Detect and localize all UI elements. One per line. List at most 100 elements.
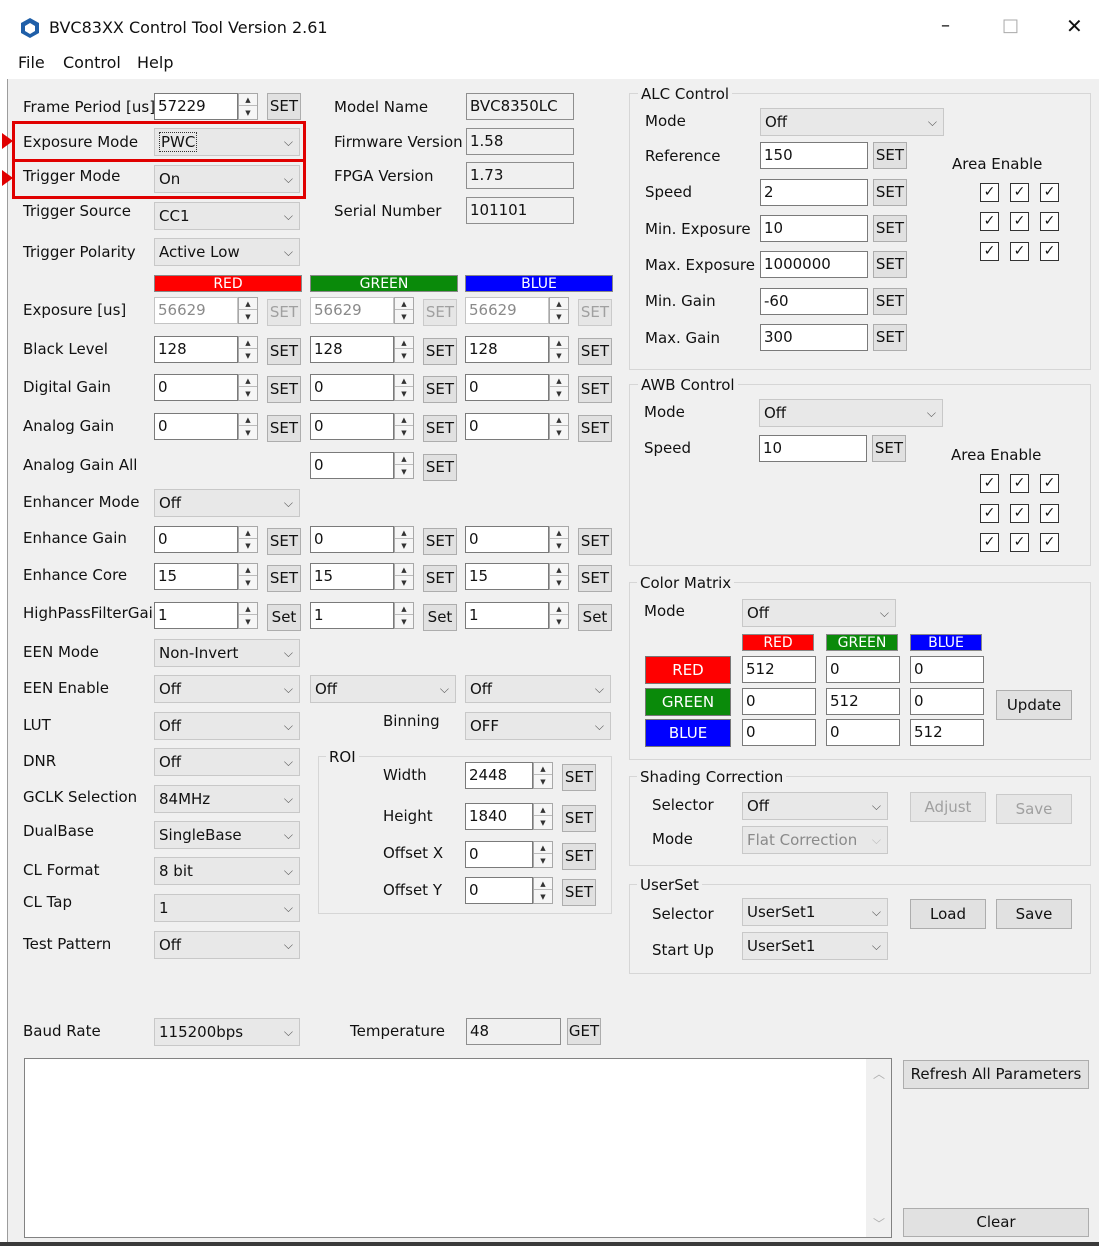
analog-gain-green-input[interactable]: 0 [310, 413, 394, 440]
cm-cell-input[interactable]: 0 [910, 656, 984, 683]
enhance-gain-blue-input[interactable]: 0 [465, 526, 549, 553]
een-enable-green-select[interactable]: Off ⌵ [310, 675, 456, 703]
dnr-select[interactable]: Off ⌵ [154, 748, 300, 776]
awb-area-checkbox[interactable]: ✓ [1040, 474, 1059, 493]
analog-gain-green-set-button[interactable]: SET [423, 415, 457, 442]
refresh-all-button[interactable]: Refresh All Parameters [903, 1060, 1089, 1089]
cm-cell-input[interactable]: 0 [910, 688, 984, 715]
hpf-gain-green-set-button[interactable]: Set [423, 604, 457, 631]
alc-reference-input[interactable]: 150 [760, 142, 868, 169]
enhance-core-red-set-button[interactable]: SET [267, 565, 301, 592]
log-textarea[interactable] [24, 1058, 892, 1238]
alc-speed-input[interactable]: 2 [760, 179, 868, 206]
alc-min-gain-set-button[interactable]: SET [873, 288, 907, 315]
digital-gain-blue-input[interactable]: 0 [465, 374, 549, 401]
enhance-core-green-spinner[interactable]: ▲ ▼ [394, 563, 414, 590]
black-level-blue-spinner[interactable]: ▲ ▼ [549, 336, 569, 363]
hpf-gain-blue-input[interactable]: 1 [465, 602, 549, 629]
digital-gain-red-set-button[interactable]: SET [267, 376, 301, 403]
shading-selector-select[interactable]: Off ⌵ [742, 792, 888, 820]
digital-gain-green-set-button[interactable]: SET [423, 376, 457, 403]
enhance-gain-green-input[interactable]: 0 [310, 526, 394, 553]
color-matrix-mode-select[interactable]: Off ⌵ [742, 599, 896, 627]
enhance-gain-blue-set-button[interactable]: SET [578, 528, 612, 555]
scroll-down-icon[interactable]: ﹀ [873, 1215, 885, 1232]
alc-max-gain-set-button[interactable]: SET [873, 324, 907, 351]
binning-select[interactable]: OFF ⌵ [465, 712, 611, 740]
black-level-green-input[interactable]: 128 [310, 336, 394, 363]
alc-area-checkbox[interactable]: ✓ [1010, 212, 1029, 231]
digital-gain-red-spinner[interactable]: ▲ ▼ [238, 374, 258, 401]
awb-mode-select[interactable]: Off ⌵ [759, 399, 943, 427]
exposure-blue-set-button[interactable]: SET [578, 299, 612, 326]
awb-area-checkbox[interactable]: ✓ [1010, 474, 1029, 493]
analog-gain-blue-spinner[interactable]: ▲ ▼ [549, 413, 569, 440]
alc-max-gain-input[interactable]: 300 [760, 324, 868, 351]
hpf-gain-blue-spinner[interactable]: ▲ ▼ [549, 602, 569, 629]
enhance-gain-green-spinner[interactable]: ▲ ▼ [394, 526, 414, 553]
awb-area-checkbox[interactable]: ✓ [980, 504, 999, 523]
een-enable-blue-select[interactable]: Off ⌵ [465, 675, 611, 703]
awb-area-checkbox[interactable]: ✓ [980, 533, 999, 552]
alc-area-checkbox[interactable]: ✓ [980, 183, 999, 202]
cm-cell-input[interactable]: 512 [826, 688, 900, 715]
baud-rate-select[interactable]: 115200bps ⌵ [154, 1018, 300, 1046]
exposure-green-set-button[interactable]: SET [423, 299, 457, 326]
exposure-blue-input[interactable]: 56629 [465, 297, 549, 324]
cm-cell-input[interactable]: 512 [910, 719, 984, 746]
analog-gain-all-input[interactable]: 0 [310, 452, 394, 479]
frame-period-set-button[interactable]: SET [267, 93, 301, 120]
exposure-red-set-button[interactable]: SET [267, 299, 301, 326]
awb-area-checkbox[interactable]: ✓ [1040, 533, 1059, 552]
alc-min-gain-input[interactable]: -60 [760, 288, 868, 315]
cm-cell-input[interactable]: 0 [826, 656, 900, 683]
menu-file[interactable]: File [18, 53, 45, 73]
temperature-get-button[interactable]: GET [567, 1018, 601, 1045]
enhance-gain-red-spinner[interactable]: ▲ ▼ [238, 526, 258, 553]
alc-mode-select[interactable]: Off ⌵ [760, 108, 944, 136]
frame-period-input[interactable]: 57229 [154, 93, 238, 120]
alc-min-exposure-input[interactable]: 10 [760, 215, 868, 242]
roi-offset-y-spinner[interactable]: ▲ ▼ [533, 877, 553, 904]
roi-offset-x-set-button[interactable]: SET [562, 843, 596, 870]
alc-area-checkbox[interactable]: ✓ [980, 212, 999, 231]
trigger-polarity-select[interactable]: Active Low ⌵ [154, 238, 300, 266]
analog-gain-all-spinner[interactable]: ▲ ▼ [394, 452, 414, 479]
black-level-green-set-button[interactable]: SET [423, 338, 457, 365]
cm-cell-input[interactable]: 0 [742, 688, 816, 715]
log-scrollbar[interactable]: ︿ ﹀ [866, 1059, 891, 1237]
enhance-core-blue-input[interactable]: 15 [465, 563, 549, 590]
menu-control[interactable]: Control [63, 53, 121, 73]
cm-cell-input[interactable]: 0 [742, 719, 816, 746]
analog-gain-blue-set-button[interactable]: SET [578, 415, 612, 442]
dualbase-select[interactable]: SingleBase ⌵ [154, 821, 300, 849]
alc-area-checkbox[interactable]: ✓ [1040, 212, 1059, 231]
clear-button[interactable]: Clear [903, 1208, 1089, 1237]
cm-cell-input[interactable]: 512 [742, 656, 816, 683]
userset-startup-select[interactable]: UserSet1 ⌵ [742, 932, 888, 960]
scroll-up-icon[interactable]: ︿ [873, 1065, 885, 1082]
digital-gain-blue-set-button[interactable]: SET [578, 376, 612, 403]
roi-offset-x-spinner[interactable]: ▲ ▼ [533, 841, 553, 868]
awb-area-checkbox[interactable]: ✓ [1010, 533, 1029, 552]
awb-speed-input[interactable]: 10 [759, 435, 867, 462]
userset-selector-select[interactable]: UserSet1 ⌵ [742, 898, 888, 926]
roi-height-set-button[interactable]: SET [562, 805, 596, 832]
digital-gain-red-input[interactable]: 0 [154, 374, 238, 401]
black-level-blue-set-button[interactable]: SET [578, 338, 612, 365]
roi-offset-x-input[interactable]: 0 [465, 841, 533, 868]
shading-save-button[interactable]: Save [996, 794, 1072, 824]
awb-area-checkbox[interactable]: ✓ [1040, 504, 1059, 523]
roi-offset-y-set-button[interactable]: SET [562, 879, 596, 906]
hpf-gain-red-spinner[interactable]: ▲ ▼ [238, 602, 258, 629]
alc-area-checkbox[interactable]: ✓ [1010, 242, 1029, 261]
alc-area-checkbox[interactable]: ✓ [1040, 183, 1059, 202]
frame-period-spinner[interactable]: ▲ ▼ [238, 93, 258, 120]
hpf-gain-green-spinner[interactable]: ▲ ▼ [394, 602, 414, 629]
hpf-gain-red-set-button[interactable]: Set [267, 604, 301, 631]
color-matrix-update-button[interactable]: Update [996, 690, 1072, 720]
alc-min-exposure-set-button[interactable]: SET [873, 215, 907, 242]
shading-mode-select[interactable]: Flat Correction ⌵ [742, 826, 888, 854]
close-button[interactable]: ✕ [1066, 16, 1083, 36]
roi-width-set-button[interactable]: SET [562, 764, 596, 791]
